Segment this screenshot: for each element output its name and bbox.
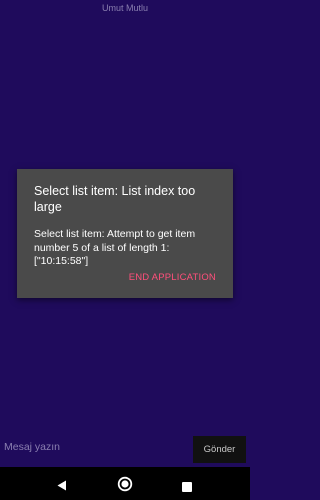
message-input[interactable] xyxy=(4,441,184,453)
navigation-bar xyxy=(0,467,250,500)
send-button[interactable]: Gönder xyxy=(193,436,246,463)
dialog-message: Select list item: Attempt to get item nu… xyxy=(34,228,196,267)
app-title: Umut Mutlu xyxy=(101,3,148,13)
home-icon[interactable] xyxy=(117,476,133,497)
dialog-title: Select list item: List index too large xyxy=(34,184,196,214)
recents-icon[interactable] xyxy=(182,479,192,497)
error-dialog: Select list item: List index too large S… xyxy=(17,169,233,298)
end-application-button[interactable]: END APPLICATION xyxy=(129,272,216,283)
back-icon[interactable] xyxy=(57,478,67,496)
